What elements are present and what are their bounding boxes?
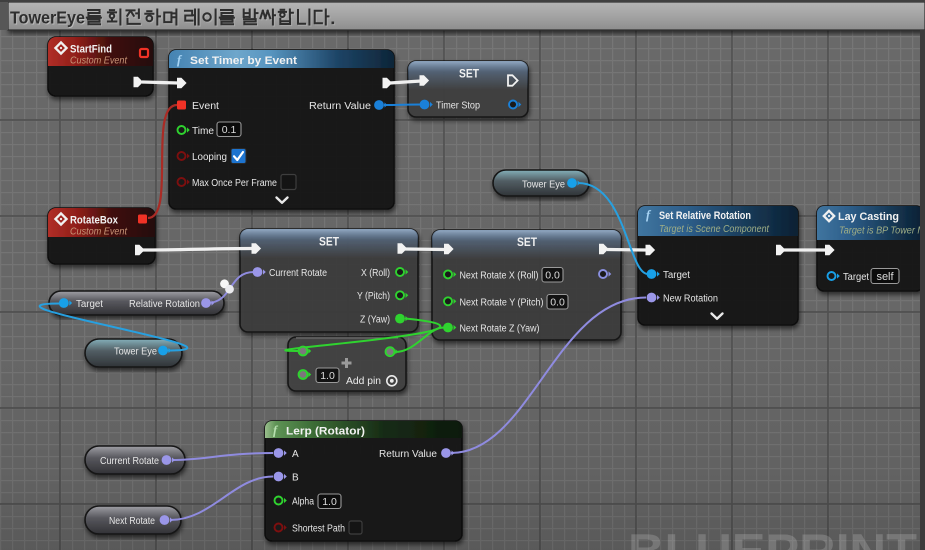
svg-text:Target: Target	[76, 299, 103, 310]
svg-text:Lay Casting: Lay Casting	[838, 211, 899, 223]
svg-text:Z (Yaw): Z (Yaw)	[360, 315, 390, 326]
svg-text:Target: Target	[843, 272, 869, 283]
svg-text:Add pin: Add pin	[346, 375, 381, 387]
svg-text:TowerEye: TowerEye	[10, 8, 85, 28]
svg-text:B: B	[292, 473, 299, 484]
svg-text:Timer Stop: Timer Stop	[436, 101, 480, 112]
svg-text:Next Rotate: Next Rotate	[109, 516, 155, 527]
svg-text:0.1: 0.1	[222, 124, 237, 136]
svg-text:Set Relative Rotation: Set Relative Rotation	[659, 210, 751, 222]
svg-text:SET: SET	[459, 67, 480, 81]
svg-text:Target is BP Tower M: Target is BP Tower M	[839, 226, 925, 237]
svg-text:Relative Rotation: Relative Rotation	[129, 299, 200, 310]
svg-text:Current Rotate: Current Rotate	[100, 456, 159, 467]
svg-text:Custom Event: Custom Event	[70, 227, 128, 238]
svg-text:Next Rotate Z (Yaw): Next Rotate Z (Yaw)	[460, 324, 540, 335]
svg-text:Event: Event	[192, 101, 219, 112]
svg-text:Lerp (Rotator): Lerp (Rotator)	[286, 426, 365, 438]
svg-text:Looping: Looping	[192, 152, 227, 163]
svg-text:0.0: 0.0	[545, 270, 560, 282]
svg-text:Max Once Per Frame: Max Once Per Frame	[192, 178, 277, 189]
svg-text:SET: SET	[517, 235, 538, 249]
svg-text:StartFind: StartFind	[70, 44, 112, 56]
svg-text:Next Rotate X (Roll): Next Rotate X (Roll)	[460, 270, 539, 281]
svg-text:Tower Eye: Tower Eye	[114, 347, 157, 358]
svg-text:Target: Target	[663, 270, 690, 281]
svg-text:Y (Pitch): Y (Pitch)	[357, 291, 390, 302]
svg-text:1.0: 1.0	[320, 370, 335, 382]
svg-text:0.0: 0.0	[550, 297, 565, 309]
svg-text:self: self	[876, 271, 894, 283]
svg-text:Target is Scene Component: Target is Scene Component	[659, 224, 770, 235]
svg-text:Return Value: Return Value	[379, 449, 437, 460]
svg-text:Set Timer by Event: Set Timer by Event	[190, 55, 297, 67]
svg-text:Shortest Path: Shortest Path	[292, 524, 345, 535]
svg-text:Next Rotate Y (Pitch): Next Rotate Y (Pitch)	[460, 297, 544, 308]
svg-text:Alpha: Alpha	[292, 497, 314, 508]
svg-text:Return Value: Return Value	[309, 101, 371, 112]
svg-text:Time: Time	[192, 126, 214, 137]
svg-text:RotateBox: RotateBox	[70, 215, 119, 227]
svg-text:1.0: 1.0	[322, 496, 337, 508]
svg-text:BLUEPRINT: BLUEPRINT	[628, 526, 917, 550]
svg-text:X (Roll): X (Roll)	[361, 268, 390, 279]
svg-text:Custom Event: Custom Event	[70, 56, 128, 67]
svg-text:Current Rotate: Current Rotate	[269, 268, 327, 279]
svg-text:A: A	[292, 449, 299, 460]
svg-text:Tower Eye: Tower Eye	[522, 180, 565, 191]
svg-text:New Rotation: New Rotation	[663, 294, 718, 305]
svg-text:SET: SET	[319, 235, 340, 249]
